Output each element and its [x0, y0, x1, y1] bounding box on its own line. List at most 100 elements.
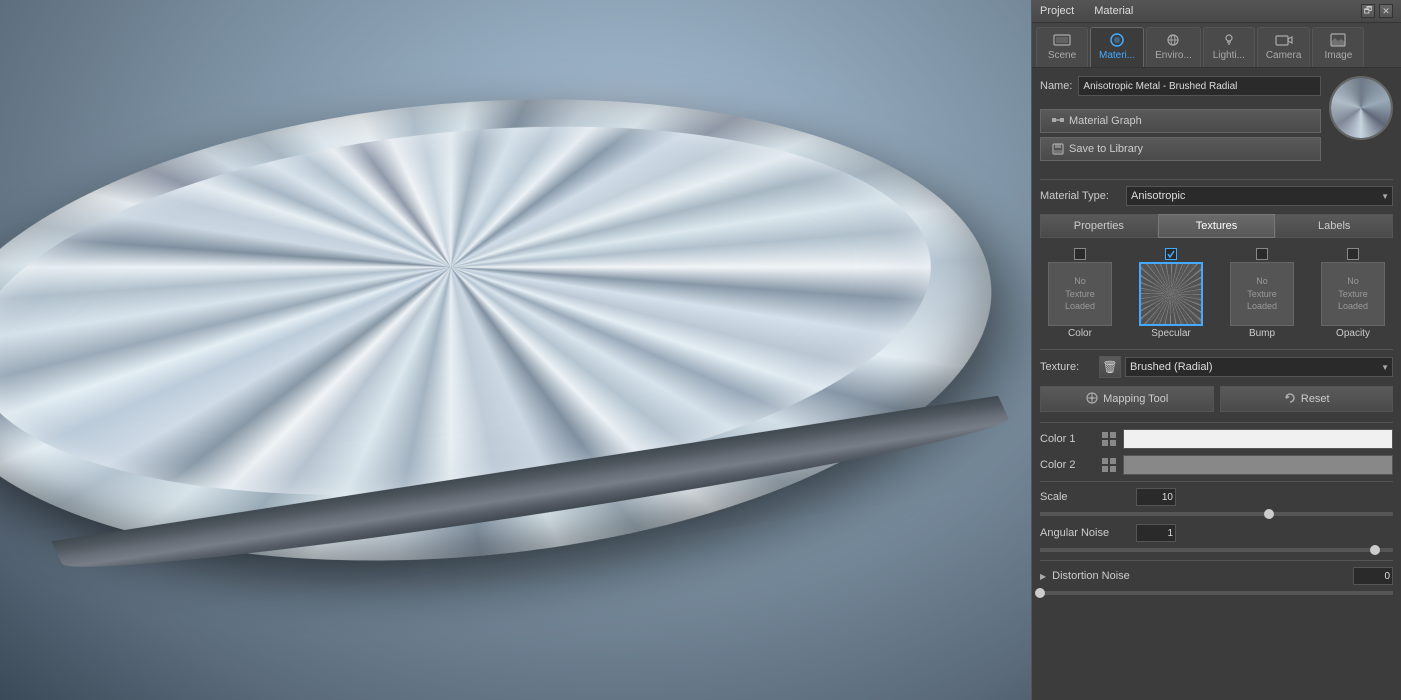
tab-image[interactable]: Image — [1312, 27, 1364, 67]
tab-image-label: Image — [1324, 50, 1352, 61]
image-icon — [1328, 32, 1348, 48]
distortion-noise-label: Distortion Noise — [1052, 570, 1130, 582]
opacity-checkbox[interactable] — [1347, 248, 1359, 260]
tab-lighting[interactable]: Lighti... — [1203, 27, 1255, 67]
tab-environment-label: Enviro... — [1155, 50, 1192, 61]
texture-row: Texture: 🗑 Brushed (Radial) — [1040, 356, 1393, 378]
tab-camera[interactable]: Camera — [1257, 27, 1311, 67]
color2-swatch[interactable] — [1123, 455, 1393, 475]
tab-material[interactable]: Materi... — [1090, 27, 1144, 67]
mapping-tool-button[interactable]: Mapping Tool — [1040, 386, 1214, 412]
tab-camera-label: Camera — [1266, 50, 1302, 61]
material-type-select-wrapper: Anisotropic — [1126, 186, 1393, 206]
texture-slot-specular: Specular — [1131, 248, 1211, 339]
angular-noise-value-input[interactable] — [1136, 524, 1176, 542]
color-checkbox-row — [1040, 248, 1120, 260]
scale-slider-track[interactable] — [1040, 512, 1393, 516]
color-texture-preview[interactable]: NoTextureLoaded — [1048, 262, 1112, 326]
texture-grid: NoTextureLoaded Color Specular — [1040, 248, 1393, 339]
angular-noise-label: Angular Noise — [1040, 527, 1130, 539]
material-panel: Project Material 🗗 ✕ Scene — [1031, 0, 1401, 700]
bump-checkbox[interactable] — [1256, 248, 1268, 260]
name-label: Name: — [1040, 80, 1072, 92]
panel-header-controls: 🗗 ✕ — [1361, 4, 1393, 18]
tab-bar: Scene Materi... Enviro... — [1032, 23, 1401, 68]
color1-grid-icon[interactable] — [1101, 431, 1117, 447]
distortion-noise-slider-track[interactable] — [1040, 591, 1393, 595]
subtab-properties[interactable]: Properties — [1040, 214, 1158, 238]
divider-2 — [1040, 349, 1393, 350]
mapping-row: Mapping Tool Reset — [1040, 386, 1393, 412]
viewport — [0, 0, 1031, 700]
name-input[interactable] — [1078, 76, 1321, 96]
angular-noise-slider-row — [1040, 548, 1393, 552]
panel-content: Name: Material Graph — [1032, 68, 1401, 700]
divider-1 — [1040, 179, 1393, 180]
distortion-noise-slider-row — [1040, 591, 1393, 595]
scale-label: Scale — [1040, 491, 1130, 503]
distortion-noise-collapse-row[interactable]: ▶ Distortion Noise — [1040, 567, 1393, 585]
panel-header-title: Project Material — [1040, 5, 1133, 17]
subtab-labels[interactable]: Labels — [1275, 214, 1393, 238]
lighting-icon — [1219, 32, 1239, 48]
color1-swatch[interactable] — [1123, 429, 1393, 449]
color1-row: Color 1 — [1040, 429, 1393, 449]
specular-checkbox[interactable] — [1165, 248, 1177, 260]
specular-checkbox-row — [1131, 248, 1211, 260]
texture-delete-button[interactable]: 🗑 — [1099, 356, 1121, 378]
save-to-library-button[interactable]: Save to Library — [1040, 137, 1321, 161]
color2-grid-icon[interactable] — [1101, 457, 1117, 473]
scale-row: Scale — [1040, 488, 1393, 506]
tab-scene[interactable]: Scene — [1036, 27, 1088, 67]
color-checkbox[interactable] — [1074, 248, 1086, 260]
camera-icon — [1274, 32, 1294, 48]
panel-material-label: Material — [1094, 5, 1133, 17]
scale-value-input[interactable] — [1136, 488, 1176, 506]
scale-slider-row — [1040, 512, 1393, 516]
save-icon — [1051, 142, 1065, 156]
specular-texture-label: Specular — [1151, 328, 1190, 339]
reset-button[interactable]: Reset — [1220, 386, 1394, 412]
panel-project-label: Project — [1040, 5, 1074, 17]
name-preview-row: Name: Material Graph — [1040, 76, 1393, 171]
distortion-noise-slider-thumb[interactable] — [1035, 588, 1045, 598]
distortion-noise-value-input[interactable] — [1353, 567, 1393, 585]
mapping-tool-icon — [1085, 391, 1099, 408]
angular-noise-row: Angular Noise — [1040, 524, 1393, 542]
restore-button[interactable]: 🗗 — [1361, 4, 1375, 18]
opacity-texture-label: Opacity — [1336, 328, 1370, 339]
color2-label: Color 2 — [1040, 459, 1095, 471]
texture-select[interactable]: Brushed (Radial) — [1125, 357, 1393, 377]
scale-slider-thumb[interactable] — [1264, 509, 1274, 519]
material-type-select[interactable]: Anisotropic — [1126, 186, 1393, 206]
collapse-arrow-icon: ▶ — [1040, 572, 1046, 581]
metal-disk-3d — [0, 34, 1031, 626]
specular-texture-preview[interactable] — [1139, 262, 1203, 326]
tab-environment[interactable]: Enviro... — [1146, 27, 1201, 67]
bump-texture-preview[interactable]: NoTextureLoaded — [1230, 262, 1294, 326]
texture-slot-opacity: NoTextureLoaded Opacity — [1313, 248, 1393, 339]
material-type-label: Material Type: — [1040, 190, 1120, 202]
angular-noise-slider-track[interactable] — [1040, 548, 1393, 552]
color1-label: Color 1 — [1040, 433, 1095, 445]
material-preview-thumb[interactable] — [1329, 76, 1393, 140]
subtab-textures[interactable]: Textures — [1158, 214, 1276, 238]
material-graph-button[interactable]: Material Graph — [1040, 109, 1321, 133]
action-buttons: Material Graph Save to Library — [1040, 109, 1321, 161]
color2-row: Color 2 — [1040, 455, 1393, 475]
reset-icon — [1283, 391, 1297, 408]
angular-noise-slider-thumb[interactable] — [1370, 545, 1380, 555]
divider-4 — [1040, 481, 1393, 482]
bump-texture-label: Bump — [1249, 328, 1275, 339]
divider-5 — [1040, 560, 1393, 561]
environment-icon — [1163, 32, 1183, 48]
close-button[interactable]: ✕ — [1379, 4, 1393, 18]
graph-icon — [1051, 114, 1065, 128]
scene-icon — [1052, 32, 1072, 48]
subtab-bar: Properties Textures Labels — [1040, 214, 1393, 238]
texture-row-label: Texture: — [1040, 361, 1095, 373]
name-row: Name: — [1040, 76, 1321, 96]
texture-select-wrapper: Brushed (Radial) — [1125, 357, 1393, 377]
opacity-texture-preview[interactable]: NoTextureLoaded — [1321, 262, 1385, 326]
panel-header: Project Material 🗗 ✕ — [1032, 0, 1401, 23]
